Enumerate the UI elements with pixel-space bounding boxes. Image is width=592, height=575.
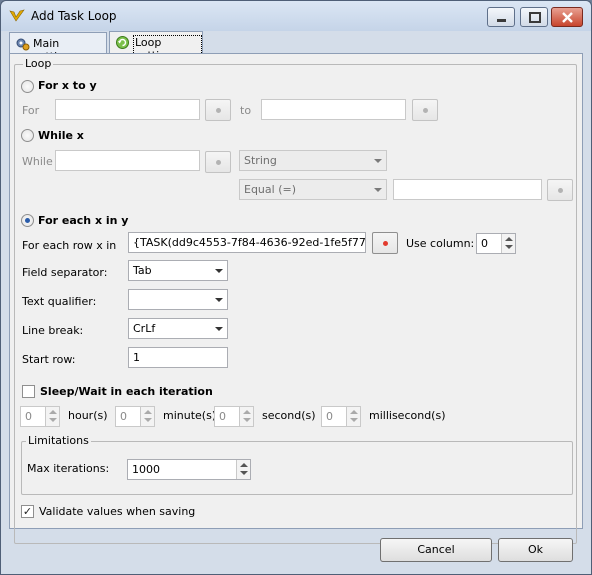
validate-checkbox[interactable]: ✓ [21,505,34,518]
text-qualifier-select[interactable] [128,289,228,310]
checkmark-icon: ✓ [22,505,33,518]
validate-label: Validate values when saving [39,505,196,518]
maximize-button[interactable] [520,7,548,27]
for-x-to-y-radio[interactable] [21,80,34,93]
tab-main-settings[interactable]: Main settings [9,32,107,63]
max-iterations-label: Max iterations: [27,462,110,475]
close-icon [562,12,573,23]
max-iterations-value: 1000 [132,463,160,476]
title-bar: Add Task Loop [1,1,591,31]
for-from-variable-button[interactable] [205,99,231,121]
minimize-button[interactable] [487,7,515,27]
line-break-label: Line break: [22,324,84,337]
while-type-select[interactable]: String [239,150,387,171]
spinner-arrows-icon[interactable] [140,407,154,426]
hours-value: 0 [25,410,32,423]
loop-settings-panel: Loop For x to y For to While x While Str… [9,53,583,544]
variable-dot-icon [423,108,428,113]
variable-dot-icon [383,241,388,246]
to-label: to [240,104,252,117]
milliseconds-value: 0 [326,410,333,423]
while-input[interactable] [55,150,200,171]
close-button[interactable] [551,7,583,27]
spinner-arrows-icon[interactable] [236,460,250,479]
for-each-radio[interactable] [21,214,34,227]
while-x-radio[interactable] [21,129,34,142]
use-column-label: Use column: [406,237,475,250]
loop-arrows-icon [116,36,129,49]
for-each-row-variable-button[interactable] [372,232,398,254]
minutes-spinner[interactable]: 0 [115,406,155,427]
maximize-icon [529,12,541,23]
while-compare-variable-button[interactable] [547,179,573,201]
field-separator-select[interactable]: Tab [128,260,228,281]
cancel-button[interactable]: Cancel [380,538,492,562]
seconds-value: 0 [219,410,226,423]
field-separator-value: Tab [133,264,152,277]
minimize-icon [497,19,506,22]
field-separator-label: Field separator: [22,266,108,279]
max-iterations-spinner[interactable]: 1000 [127,459,251,480]
while-operator-select[interactable]: Equal (=) [239,179,387,200]
while-variable-button[interactable] [205,151,231,173]
line-break-value: CrLf [133,322,156,335]
loop-group-legend: Loop [23,57,54,70]
for-from-input[interactable] [55,99,200,120]
milliseconds-label: millisecond(s) [369,409,446,422]
for-label: For [22,104,40,117]
window-title: Add Task Loop [31,9,117,23]
spinner-arrows-icon[interactable] [239,407,253,426]
milliseconds-spinner[interactable]: 0 [321,406,361,427]
minutes-label: minute(s) [163,409,217,422]
hours-spinner[interactable]: 0 [20,406,60,427]
start-row-label: Start row: [22,353,76,366]
limitations-legend: Limitations [26,434,91,447]
for-each-row-label: For each row x in [22,239,117,252]
variable-dot-icon [216,108,221,113]
for-each-label: For each x in y [38,214,129,227]
while-label: While [22,155,53,168]
variable-dot-icon [558,188,563,193]
text-qualifier-label: Text qualifier: [22,295,97,308]
chevron-down-icon [215,269,223,273]
seconds-label: second(s) [262,409,316,422]
minutes-value: 0 [120,410,127,423]
for-x-to-y-label: For x to y [38,79,97,92]
for-to-input[interactable] [261,99,406,120]
while-type-value: String [244,154,277,167]
start-row-input[interactable]: 1 [128,347,228,368]
seconds-spinner[interactable]: 0 [214,406,254,427]
while-operator-value: Equal (=) [244,183,296,196]
gears-icon [16,38,30,51]
chevron-down-icon [215,327,223,331]
hours-label: hour(s) [68,409,108,422]
spinner-arrows-icon[interactable] [346,407,360,426]
sleep-checkbox[interactable] [22,385,35,398]
while-x-label: While x [38,129,84,142]
chevron-down-icon [215,298,223,302]
radio-selected-dot [25,218,30,223]
spinner-arrows-icon[interactable] [501,234,515,253]
chevron-down-icon [374,188,382,192]
for-to-variable-button[interactable] [412,99,438,121]
sleep-label: Sleep/Wait in each iteration [40,385,213,398]
tab-loop-settings[interactable]: Loop settings [109,31,203,63]
use-column-spinner[interactable]: 0 [476,233,516,254]
variable-dot-icon [216,160,221,165]
for-each-row-input[interactable]: {TASK(dd9c4553-7f84-4636-92ed-1fe5f776ce… [128,232,366,253]
dialog-window: Add Task Loop Main settings Loop setting… [0,0,592,575]
app-logo-icon [9,9,25,22]
use-column-value: 0 [481,237,488,250]
chevron-down-icon [374,159,382,163]
ok-button[interactable]: Ok [498,538,573,562]
while-compare-input[interactable] [393,179,542,200]
line-break-select[interactable]: CrLf [128,318,228,339]
spinner-arrows-icon[interactable] [45,407,59,426]
